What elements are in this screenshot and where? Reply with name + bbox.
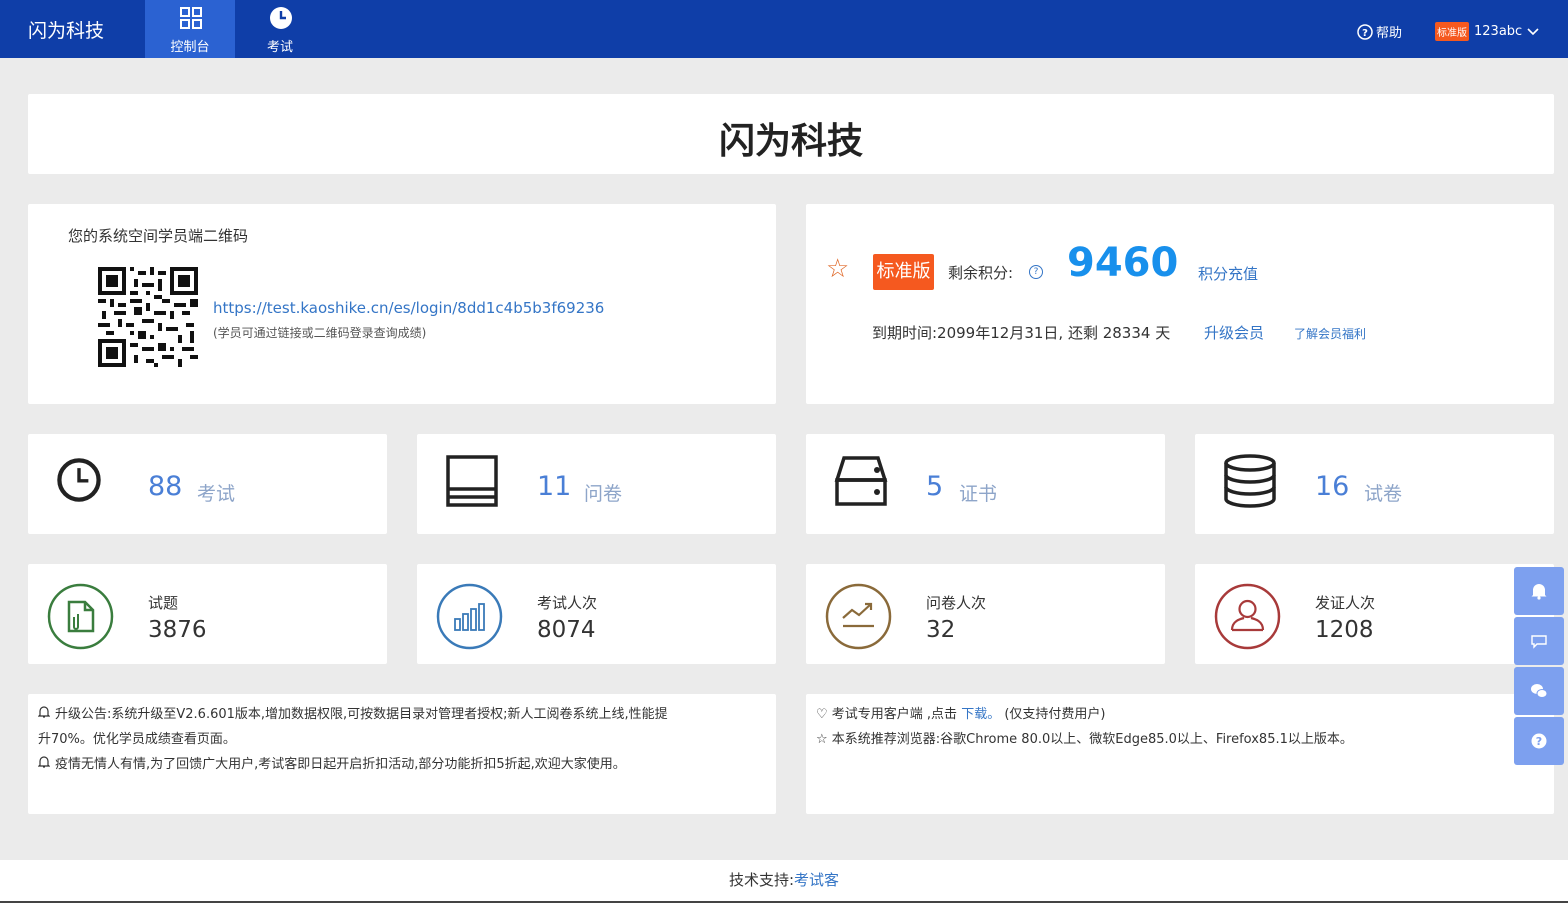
nav-exam[interactable]: 考试	[235, 0, 325, 58]
file-icon	[47, 583, 114, 650]
metric-certificates-issued-label: 发证人次	[1315, 594, 1376, 612]
announcement-line-1: 升级公告:系统升级至V2.6.601版本,增加数据权限,可按数据目录对管理者授权…	[55, 707, 668, 722]
bell-icon	[38, 756, 50, 768]
metric-card-exam-attempts: 考试人次 8074	[417, 564, 776, 664]
stat-surveys-unit: 问卷	[584, 483, 623, 505]
edition-badge: 标准版	[1435, 22, 1469, 41]
qr-code-image	[98, 267, 198, 367]
footer-link[interactable]: 考试客	[794, 871, 839, 889]
database-icon	[1224, 454, 1276, 508]
browser-recommendation: 本系统推荐浏览器:谷歌Chrome 80.0以上、微软Edge85.0以上、Fi…	[831, 732, 1353, 747]
title-card: 闪为科技	[28, 94, 1554, 174]
grid-icon	[180, 7, 202, 29]
bell-icon	[38, 706, 50, 718]
client-text-suffix: (仅支持付费用户)	[1004, 707, 1106, 722]
upgrade-link[interactable]: 升级会员	[1204, 322, 1264, 343]
metric-exam-attempts-value: 8074	[537, 617, 596, 643]
points-label: 剩余积分:	[948, 264, 1014, 282]
help-label: 帮助	[1376, 26, 1403, 41]
membership-card: ☆ 标准版 剩余积分: ? 9460 积分充值 到期时间:2099年12月31日…	[806, 204, 1554, 404]
points-help-icon[interactable]: ?	[1029, 265, 1043, 279]
metric-questions-label: 试题	[148, 594, 179, 612]
user-icon	[1214, 583, 1281, 650]
points-value: 9460	[1067, 240, 1179, 286]
announcement-line-2: 升70%。优化学员成绩查看页面。	[38, 732, 236, 747]
layers-icon	[446, 455, 498, 507]
metric-survey-responses-label: 问卷人次	[926, 594, 987, 612]
svg-text:?: ?	[1362, 28, 1368, 39]
question-circle-icon: ?	[1357, 23, 1373, 40]
server-icon	[834, 456, 888, 506]
star-icon: ☆	[816, 732, 828, 747]
nav-dashboard-label: 控制台	[170, 40, 210, 55]
bar-chart-icon	[436, 583, 503, 650]
trend-icon	[825, 583, 892, 650]
metric-card-questions: 试题 3876	[28, 564, 387, 664]
download-client-link[interactable]: 下载。	[961, 707, 1000, 722]
stat-card-exams[interactable]: 88 考试	[28, 434, 387, 534]
stat-exams-count: 88	[148, 471, 183, 502]
qr-note: (学员可通过链接或二维码登录查询成绩)	[213, 326, 427, 340]
expire-text: 到期时间:2099年12月31日, 还剩 28334 天	[872, 324, 1171, 342]
metric-card-certificates-issued: 发证人次 1208	[1195, 564, 1554, 664]
stat-papers-unit: 试卷	[1364, 483, 1403, 505]
stat-card-certificates[interactable]: 5 证书	[806, 434, 1165, 534]
client-text-prefix: 考试专用客户端 ,点击	[831, 707, 958, 722]
footer: 技术支持:考试客	[0, 860, 1568, 903]
nav-dashboard[interactable]: 控制台	[145, 0, 235, 58]
metric-questions-value: 3876	[148, 617, 207, 643]
clock-icon	[270, 7, 292, 29]
metric-card-survey-responses: 问卷人次 32	[806, 564, 1165, 664]
clock-icon	[57, 458, 101, 502]
top-navbar: 闪为科技 控制台 考试 ? 帮助 标准版 123abc	[0, 0, 1568, 58]
chevron-down-icon	[1527, 27, 1539, 35]
student-login-link[interactable]: https://test.kaoshike.cn/es/login/8dd1c4…	[213, 299, 604, 317]
recharge-link[interactable]: 积分充值	[1198, 263, 1258, 284]
wechat-button[interactable]	[1514, 667, 1564, 715]
footer-prefix: 技术支持:	[728, 871, 795, 889]
stat-surveys-count: 11	[537, 471, 572, 502]
page-title: 闪为科技	[718, 121, 863, 162]
qr-title: 您的系统空间学员端二维码	[68, 227, 249, 245]
stat-card-papers[interactable]: 16 试卷	[1195, 434, 1554, 534]
edition-badge-large: 标准版	[873, 254, 934, 290]
chat-button[interactable]	[1514, 617, 1564, 665]
stat-papers-count: 16	[1315, 471, 1350, 502]
svg-text:?: ?	[1536, 735, 1542, 748]
brand-name[interactable]: 闪为科技	[28, 16, 104, 43]
help-float-button[interactable]: ?	[1514, 717, 1564, 765]
qr-card: 您的系统空间学员端二维码 https://test.kaoshike.cn/es…	[28, 204, 776, 404]
client-line-2: ☆ 本系统推荐浏览器:谷歌Chrome 80.0以上、微软Edge85.0以上、…	[816, 728, 1353, 747]
client-info-card: ♡ 考试专用客户端 ,点击 下载。 (仅支持付费用户) ☆ 本系统推荐浏览器:谷…	[806, 694, 1554, 814]
metric-survey-responses-value: 32	[926, 617, 956, 643]
bell-icon	[1531, 584, 1547, 600]
stat-card-surveys[interactable]: 11 问卷	[417, 434, 776, 534]
announcement-line-3: 疫情无情人有情,为了回馈广大用户,考试客即日起开启折扣活动,部分功能折扣5折起,…	[55, 757, 626, 772]
stat-exams-unit: 考试	[197, 483, 236, 505]
chat-bubble-icon	[1531, 635, 1547, 649]
wechat-icon	[1531, 684, 1548, 698]
metric-exam-attempts-label: 考试人次	[537, 594, 598, 612]
announcement-card: 升级公告:系统升级至V2.6.601版本,增加数据权限,可按数据目录对管理者授权…	[28, 694, 776, 814]
user-menu[interactable]: 标准版 123abc	[1435, 22, 1539, 41]
notification-button[interactable]	[1514, 567, 1564, 615]
username: 123abc	[1474, 24, 1523, 39]
help-link[interactable]: ? 帮助	[1357, 22, 1402, 41]
member-benefits-link[interactable]: 了解会员福利	[1294, 325, 1366, 342]
nav-exam-label: 考试	[266, 40, 293, 55]
client-line-1: ♡ 考试专用客户端 ,点击 下载。 (仅支持付费用户)	[816, 703, 1106, 722]
heart-icon: ♡	[816, 707, 828, 722]
question-circle-icon: ?	[1531, 733, 1547, 749]
stat-certificates-unit: 证书	[959, 483, 998, 505]
stat-certificates-count: 5	[926, 471, 944, 502]
metric-certificates-issued-value: 1208	[1315, 617, 1374, 643]
star-icon: ☆	[826, 254, 850, 284]
